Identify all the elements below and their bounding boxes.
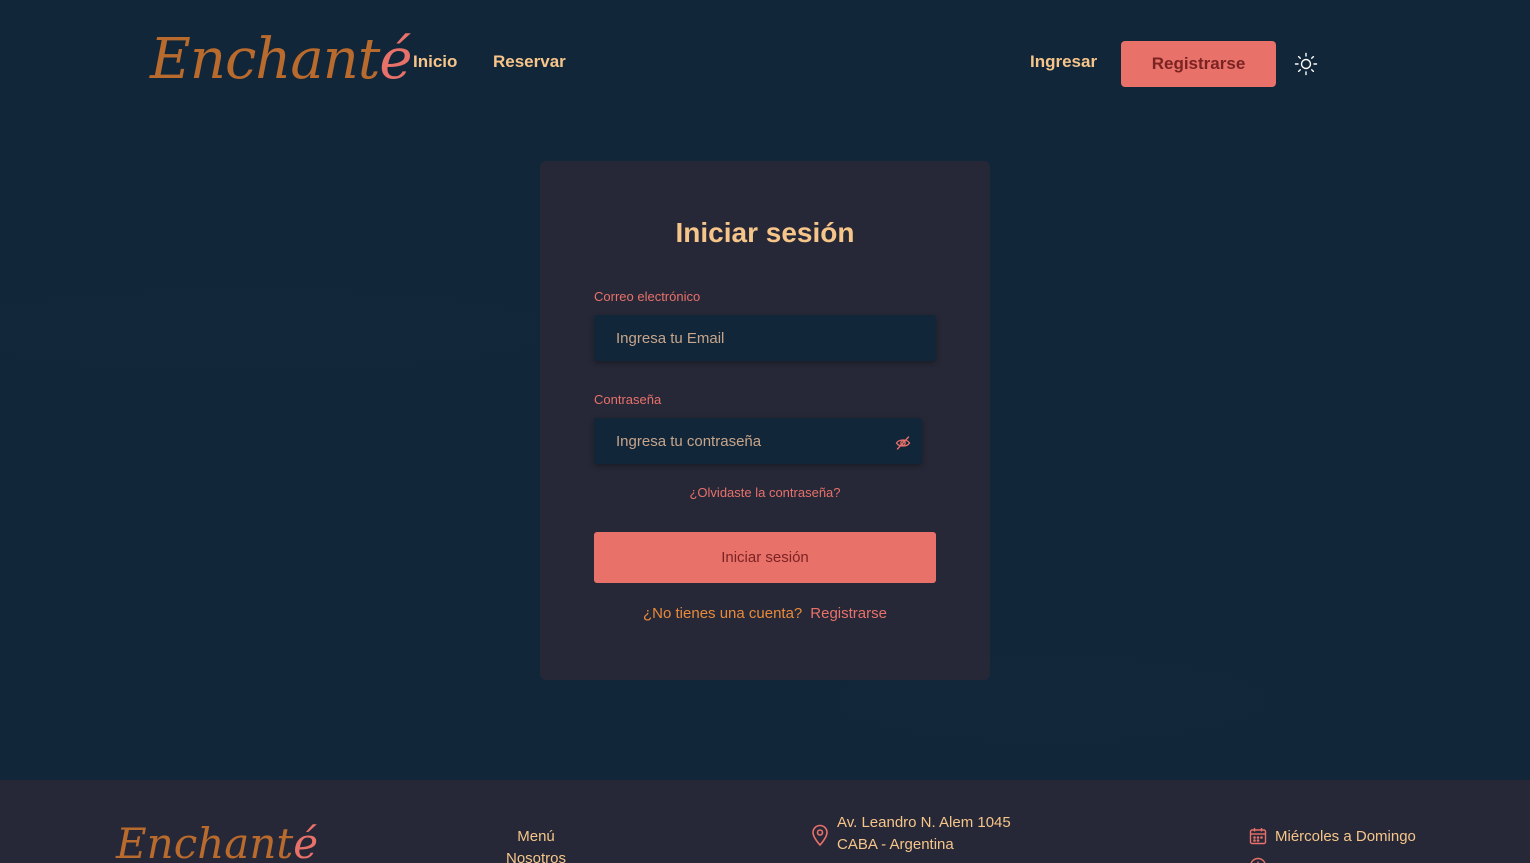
email-field[interactable] bbox=[594, 315, 936, 361]
footer-link-nosotros[interactable]: Nosotros bbox=[476, 850, 596, 863]
location-pin-icon bbox=[812, 824, 828, 846]
password-field[interactable] bbox=[594, 418, 922, 464]
eye-off-icon[interactable] bbox=[895, 435, 911, 451]
password-label: Contraseña bbox=[594, 392, 662, 407]
register-link[interactable]: Registrarse bbox=[810, 605, 887, 622]
address-line-1: Av. Leandro N. Alem 1045 bbox=[837, 814, 1011, 831]
register-button[interactable]: Registrarse bbox=[1121, 41, 1276, 87]
nav-ingresar[interactable]: Ingresar bbox=[1030, 52, 1097, 72]
footer-logo-text: Enchant bbox=[116, 819, 294, 863]
opening-days: Miércoles a Domingo bbox=[1275, 828, 1416, 845]
nav-inicio[interactable]: Inicio bbox=[413, 52, 457, 72]
address-line-2: CABA - Argentina bbox=[837, 836, 954, 853]
signup-prompt: ¿No tienes una cuenta? Registrarse bbox=[540, 605, 990, 622]
clock-icon bbox=[1250, 857, 1266, 863]
calendar-icon bbox=[1249, 828, 1267, 845]
site-header: Enchanté Inicio Reservar Ingresar Regist… bbox=[0, 0, 1530, 128]
nav-reservar[interactable]: Reservar bbox=[493, 52, 566, 72]
login-card: Iniciar sesión Correo electrónico Contra… bbox=[540, 161, 990, 680]
sun-icon[interactable] bbox=[1294, 52, 1318, 76]
login-submit-button[interactable]: Iniciar sesión bbox=[594, 532, 936, 583]
footer-logo[interactable]: Enchanté bbox=[116, 816, 318, 863]
footer-logo-accent: é bbox=[293, 819, 319, 863]
brand-logo[interactable]: Enchanté bbox=[150, 22, 412, 98]
footer-link-menu[interactable]: Menú bbox=[476, 828, 596, 845]
logo-text: Enchant bbox=[150, 27, 380, 92]
forgot-password-link[interactable]: ¿Olvidaste la contraseña? bbox=[540, 485, 990, 500]
login-title: Iniciar sesión bbox=[675, 217, 855, 248]
no-account-text: ¿No tienes una cuenta? bbox=[643, 605, 803, 622]
email-label: Correo electrónico bbox=[594, 289, 701, 304]
site-footer: Enchanté Menú Nosotros Av. Leandro N. Al… bbox=[0, 780, 1530, 863]
logo-accent: é bbox=[379, 27, 412, 92]
